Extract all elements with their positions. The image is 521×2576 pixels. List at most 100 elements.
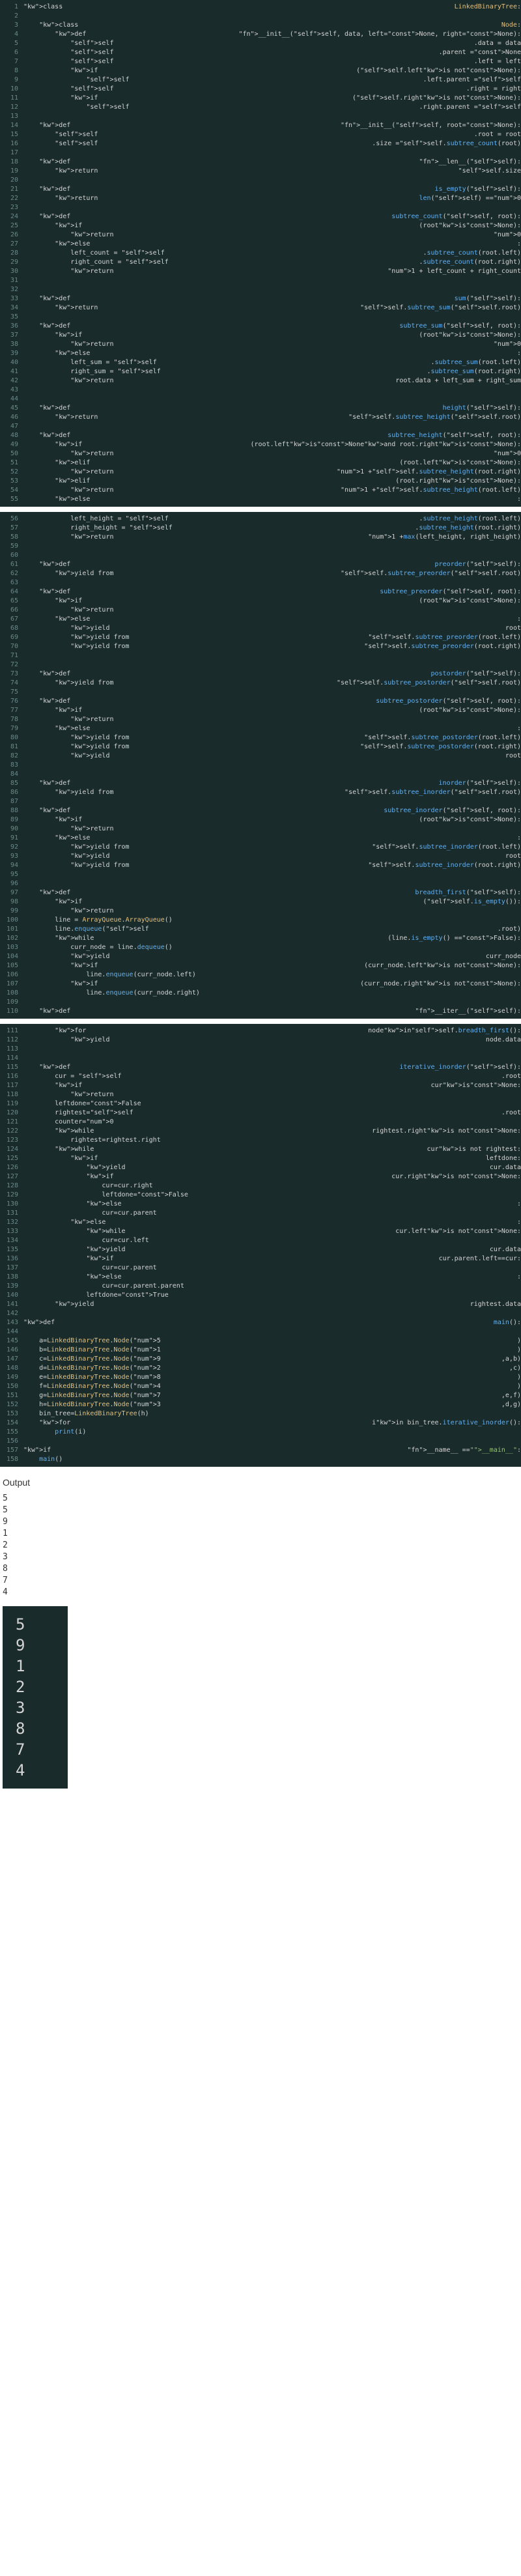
code-content: line.enqueue("self">self	[23, 925, 498, 934]
code-content: "kw">elif	[23, 477, 395, 486]
line-number: 18	[0, 158, 23, 167]
line-number: 39	[0, 349, 23, 358]
code-line: 59	[0, 542, 521, 551]
code-content: "kw">if	[23, 597, 419, 606]
code-line: 137 cur=cur.parent	[0, 1264, 521, 1273]
line-number: 16	[0, 139, 23, 149]
code-content: cur=cur.right	[23, 1182, 521, 1191]
line-number: 108	[0, 989, 23, 998]
code-line: 145 a=LinkedBinaryTree.Node("num">5)	[0, 1337, 521, 1346]
code-content	[23, 1327, 521, 1337]
line-number: 135	[0, 1245, 23, 1254]
code-line: 106 line.enqueue(curr_node.left)	[0, 970, 521, 980]
line-number: 85	[0, 779, 23, 788]
code-content: "kw">def	[23, 1063, 399, 1072]
line-number: 7	[0, 57, 23, 66]
code-line: 78 "kw">return	[0, 715, 521, 724]
code-line: 89 "kw">if(root "kw">is "const">None):	[0, 815, 521, 825]
code-line: 30 "kw">return "num">1 + left_count + ri…	[0, 267, 521, 276]
code-line: 113	[0, 1045, 521, 1054]
code-line: 82 "kw">yield root	[0, 752, 521, 761]
code-content	[23, 149, 521, 158]
code-content: "kw">return	[23, 194, 419, 203]
line-number: 98	[0, 898, 23, 907]
code-line: 28 left_count = "self">self.subtree_coun…	[0, 249, 521, 258]
code-line: 115 "kw">def iterative_inorder("self">se…	[0, 1063, 521, 1072]
code-line: 158 main()	[0, 1455, 521, 1464]
line-number: 46	[0, 413, 23, 422]
code-line: 61 "kw">def preorder("self">self):	[0, 560, 521, 569]
line-number: 150	[0, 1382, 23, 1391]
code-line: 60	[0, 551, 521, 560]
code-content: counter="num">0	[23, 1118, 521, 1127]
code-content: "self">self	[23, 39, 474, 48]
code-line: 8 "kw">if ("self">self.left "kw">is not …	[0, 66, 521, 76]
line-number: 158	[0, 1455, 23, 1464]
line-number: 133	[0, 1227, 23, 1236]
code-line: 6 "self">self.parent = "const">None	[0, 48, 521, 57]
code-content: "kw">if	[23, 1154, 486, 1163]
code-content: "kw">if	[23, 1446, 407, 1455]
code-content: "kw">return	[23, 413, 348, 422]
line-number: 57	[0, 524, 23, 533]
code-content: "kw">if	[23, 221, 419, 231]
code-content	[23, 542, 521, 551]
code-line: 62 "kw">yield from "self">self.subtree_p…	[0, 569, 521, 578]
line-number: 23	[0, 203, 23, 212]
code-line: 77 "kw">if(root "kw">is "const">None):	[0, 706, 521, 715]
line-number: 152	[0, 1400, 23, 1409]
code-content	[23, 870, 521, 879]
code-content: "kw">return	[23, 1090, 521, 1099]
line-number: 4	[0, 30, 23, 39]
code-content: line.enqueue(curr_node.right)	[23, 989, 521, 998]
output-line: 9	[3, 1516, 521, 1528]
line-number: 2	[0, 12, 23, 21]
code-line: 84	[0, 770, 521, 779]
output-line: 7	[3, 1575, 521, 1587]
line-number: 145	[0, 1337, 23, 1346]
code-line: 49 "kw">if (root.left "kw">is "const">No…	[0, 440, 521, 449]
code-content: "kw">yield from	[23, 569, 341, 578]
code-content: "kw">yield from	[23, 733, 364, 743]
code-content: "kw">def	[23, 806, 384, 815]
line-number: 126	[0, 1163, 23, 1172]
code-line: 110 "kw">def "fn">__iter__("self">self):	[0, 1007, 521, 1016]
code-content: leftdone="const">False	[23, 1191, 521, 1200]
code-content: "kw">def	[23, 587, 380, 597]
line-number: 1	[0, 3, 23, 12]
code-line: 102 "kw">while (line.is_empty() == "cons…	[0, 934, 521, 943]
code-line: 120 rightest="self">self.root	[0, 1109, 521, 1118]
line-number: 78	[0, 715, 23, 724]
code-line: 71	[0, 651, 521, 660]
code-line: 94 "kw">yield from "self">self.subtree_i…	[0, 861, 521, 870]
code-content	[23, 660, 521, 670]
code-content	[23, 313, 521, 322]
code-line: 97 "kw">def breadth_first("self">self):	[0, 888, 521, 898]
line-number: 13	[0, 112, 23, 121]
code-line: 118 "kw">return	[0, 1090, 521, 1099]
code-content: "kw">return	[23, 533, 368, 542]
code-line: 135 "kw">yield cur.data	[0, 1245, 521, 1254]
output-line: 3	[16, 1697, 55, 1718]
code-line: 108 line.enqueue(curr_node.right)	[0, 989, 521, 998]
line-number: 117	[0, 1081, 23, 1090]
code-line: 41 right_sum = "self">self.subtree_sum(r…	[0, 367, 521, 376]
code-line: 70 "kw">yield from "self">self.subtree_p…	[0, 642, 521, 651]
code-content: "kw">def	[23, 121, 341, 130]
code-line: 85 "kw">def inorder("self">self):	[0, 779, 521, 788]
line-number: 115	[0, 1063, 23, 1072]
code-line: 112 "kw">yield node.data	[0, 1036, 521, 1045]
code-content: "kw">else	[23, 349, 517, 358]
code-content: "kw">if	[23, 961, 364, 970]
code-content: "kw">yield	[23, 1036, 486, 1045]
code-line: 133 "kw">while cur.left "kw">is not "con…	[0, 1227, 521, 1236]
output-line: 8	[3, 1563, 521, 1575]
code-line: 69 "kw">yield from "self">self.subtree_p…	[0, 633, 521, 642]
line-number: 111	[0, 1026, 23, 1036]
code-line: 131 cur=cur.parent	[0, 1209, 521, 1218]
output-line: 5	[3, 1493, 521, 1505]
line-number: 37	[0, 331, 23, 340]
code-line: 25 "kw">if (root "kw">is "const">None):	[0, 221, 521, 231]
code-line: 16 "self">self.size = "self">self.subtre…	[0, 139, 521, 149]
code-content: left_count = "self">self	[23, 249, 423, 258]
